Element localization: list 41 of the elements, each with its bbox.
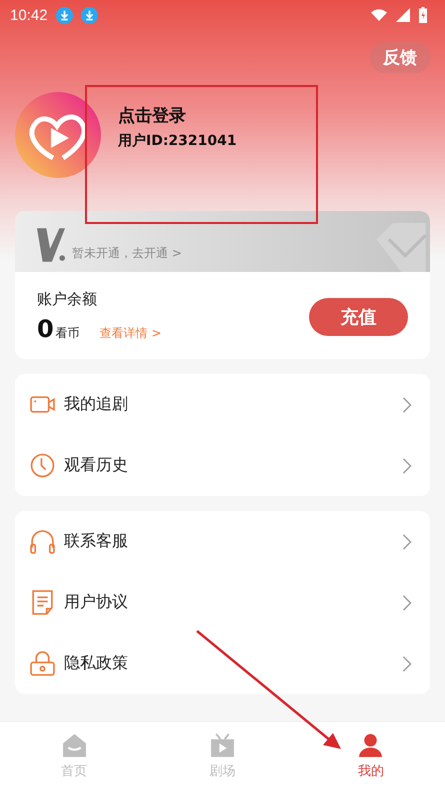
chevron-right-icon bbox=[402, 594, 412, 610]
balance-amount: 0 bbox=[37, 315, 54, 343]
clock-icon bbox=[30, 453, 55, 478]
battery-icon bbox=[419, 7, 427, 23]
home-icon bbox=[62, 733, 87, 758]
login-prompt[interactable]: 点击登录 bbox=[118, 104, 237, 127]
chevron-right-icon bbox=[402, 458, 412, 474]
currency-unit: 看币 bbox=[56, 325, 80, 342]
lock-icon bbox=[30, 651, 55, 676]
v-logo-icon bbox=[37, 228, 65, 262]
balance-label: 账户余额 bbox=[37, 290, 98, 309]
vip-banner[interactable]: 暂未开通，去开通 > bbox=[15, 211, 430, 272]
menu-label: 我的追剧 bbox=[64, 394, 129, 415]
download-icon bbox=[80, 6, 98, 24]
document-icon bbox=[30, 590, 55, 615]
menu-label: 观看历史 bbox=[64, 455, 129, 476]
menu-label: 隐私政策 bbox=[64, 653, 129, 674]
chevron-right-icon bbox=[402, 656, 412, 672]
chevron-right-icon bbox=[402, 534, 412, 550]
user-id: 用户ID:2321041 bbox=[118, 132, 237, 150]
person-icon bbox=[358, 733, 384, 758]
details-link[interactable]: 查看详情 > bbox=[100, 325, 162, 342]
app-logo-icon[interactable] bbox=[15, 92, 101, 178]
menu-label: 用户协议 bbox=[64, 592, 129, 613]
signal-icon bbox=[395, 8, 411, 22]
chevron-right-icon bbox=[402, 396, 412, 412]
recharge-button[interactable]: 充值 bbox=[309, 298, 408, 336]
vip-status-link[interactable]: 暂未开通，去开通 > bbox=[72, 245, 182, 262]
status-time: 10:42 bbox=[10, 6, 48, 24]
menu-item[interactable]: 我的追剧 bbox=[15, 374, 430, 435]
download-icon bbox=[56, 6, 73, 24]
wifi-icon bbox=[371, 8, 387, 22]
tv-icon bbox=[210, 733, 235, 758]
headset-icon bbox=[30, 529, 55, 554]
feedback-button[interactable]: 反馈 bbox=[370, 42, 430, 73]
menu-item[interactable]: 联系客服 bbox=[15, 511, 430, 572]
menu-item[interactable]: 观看历史 bbox=[15, 435, 430, 496]
menu-item[interactable]: 隐私政策 bbox=[15, 633, 430, 694]
menu-item[interactable]: 用户协议 bbox=[15, 572, 430, 633]
menu-label: 联系客服 bbox=[64, 531, 129, 552]
nav-tab[interactable]: 我的 bbox=[296, 722, 445, 791]
